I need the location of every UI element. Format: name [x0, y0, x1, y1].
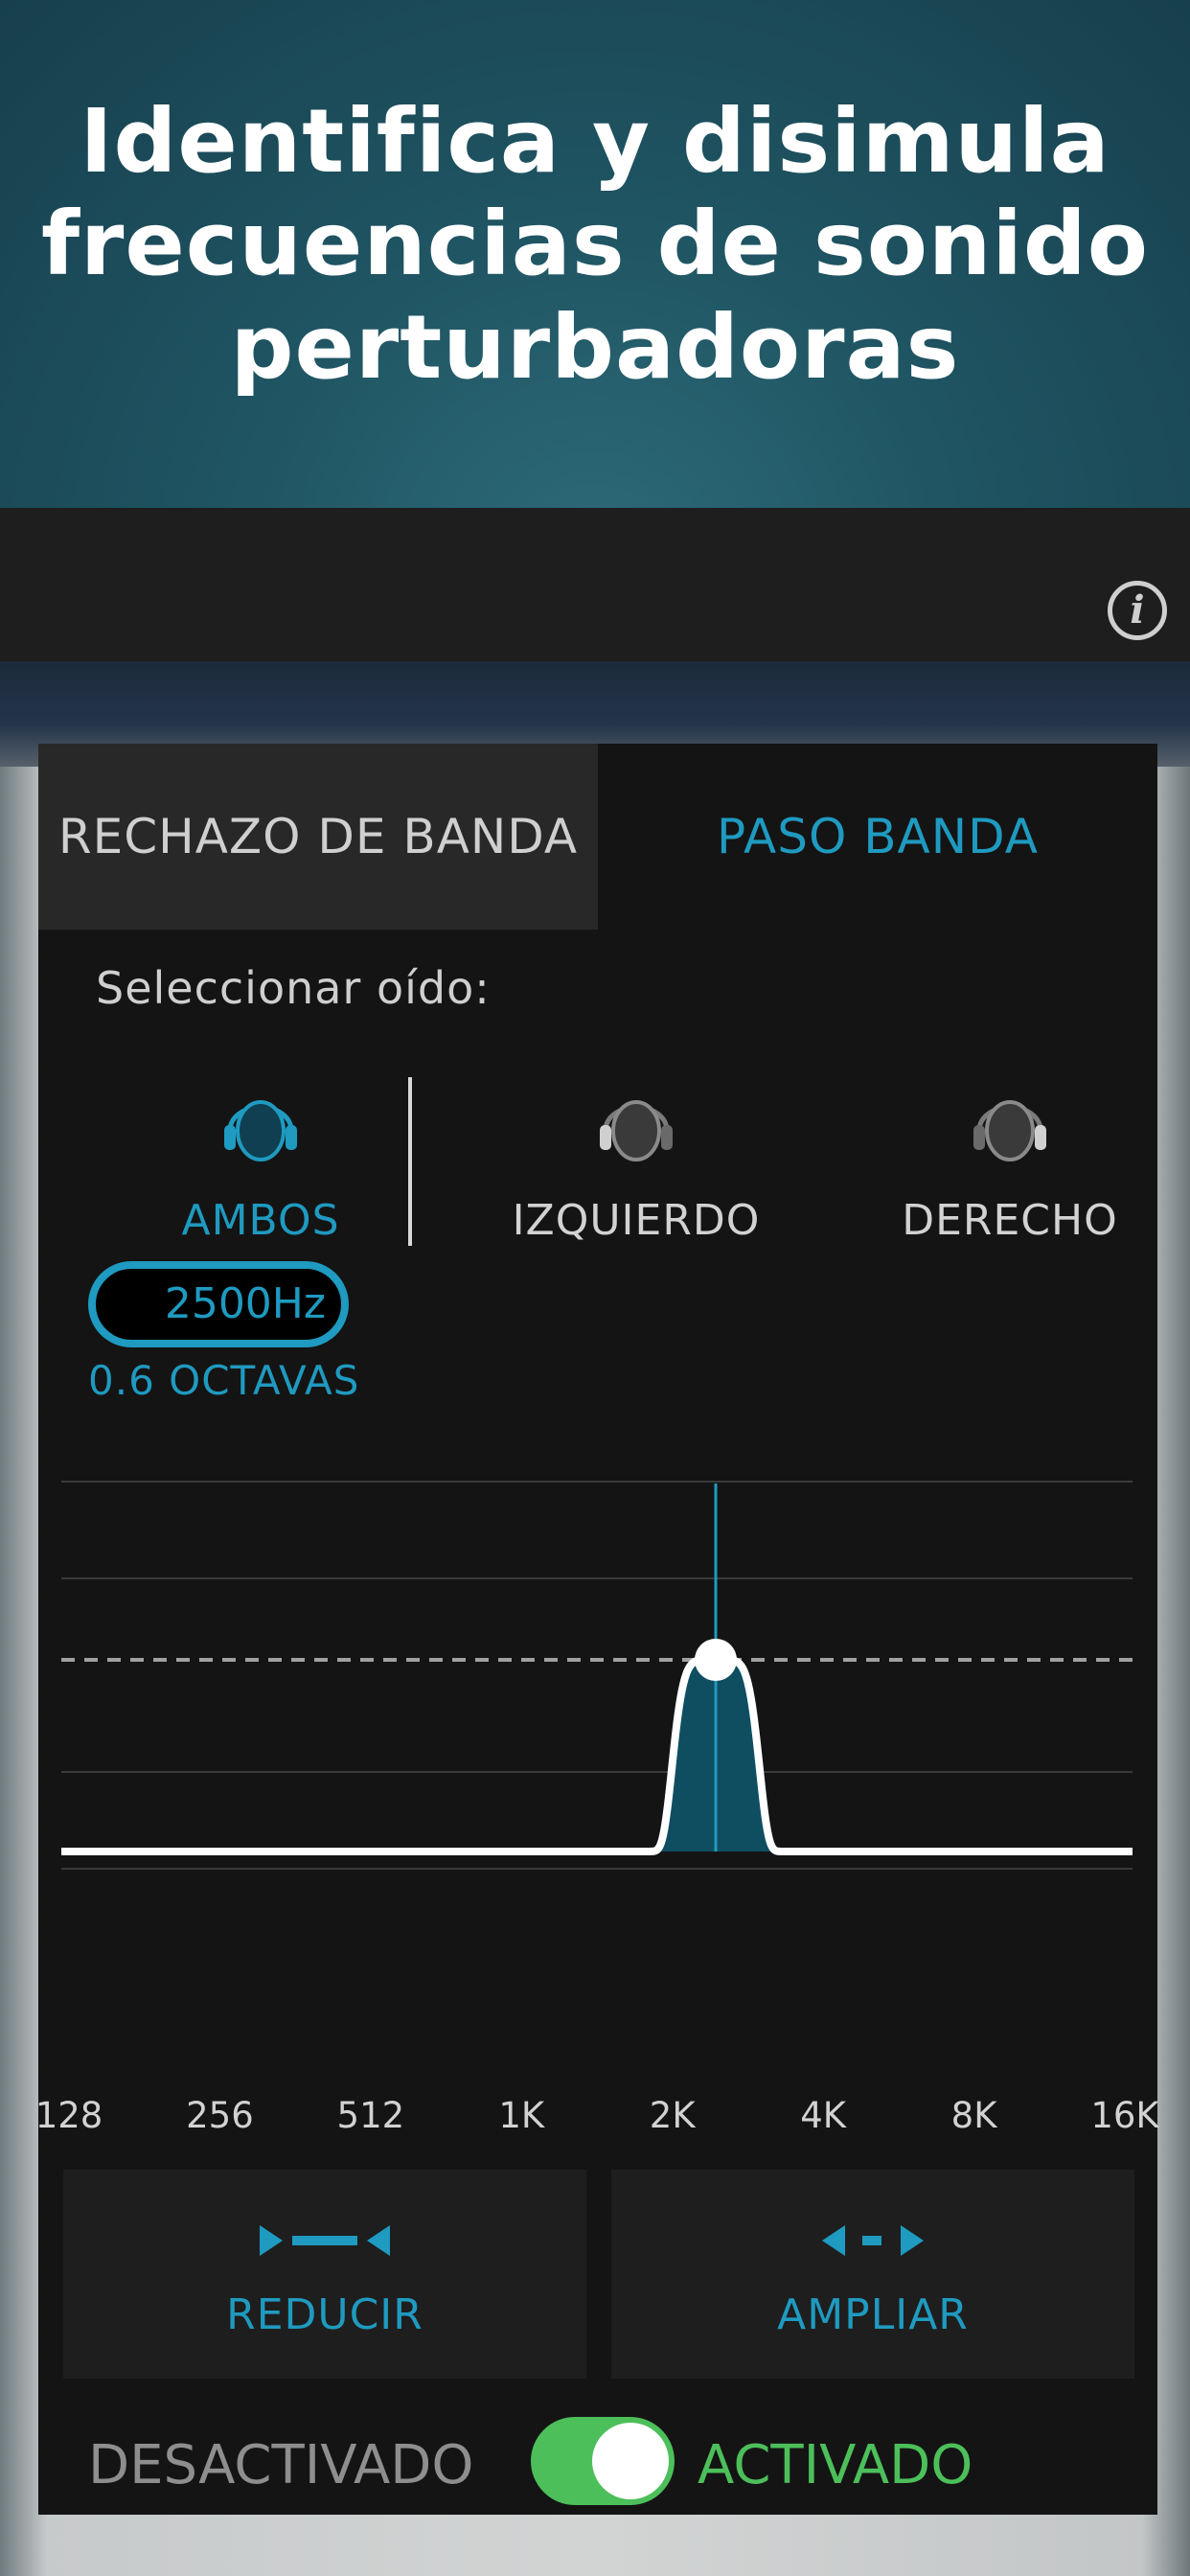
ear-divider [408, 1077, 412, 1246]
frequency-input[interactable]: 2500Hz [88, 1261, 349, 1347]
response-fill [61, 1660, 1133, 1852]
toggle-off-label: DESACTIVADO [88, 2434, 474, 2496]
expand-button-label: AMPLIAR [777, 2290, 969, 2339]
x-tick-label: 4K [800, 2095, 847, 2136]
x-tick-label: 128 [34, 2095, 103, 2136]
headphones-head-icon [224, 1100, 297, 1162]
narrow-arrows-icon [260, 2225, 390, 2256]
expand-button[interactable]: AMPLIAR [611, 2170, 1134, 2379]
response-curve [61, 1656, 1133, 1855]
reduce-button-label: REDUCIR [226, 2290, 423, 2339]
ear-option-left[interactable]: IZQUIERDO [473, 1081, 799, 1245]
filter-response-graph[interactable] [38, 1472, 1157, 1913]
ear-option-both-label: AMBOS [181, 1196, 340, 1245]
x-tick-label: 256 [186, 2095, 254, 2136]
x-tick-label: 8K [950, 2095, 997, 2136]
toggle-knob [592, 2423, 669, 2499]
tab-notch-filter[interactable]: RECHAZO DE BANDA [38, 744, 598, 930]
top-bar [0, 508, 1190, 661]
x-tick-label: 1K [498, 2095, 545, 2136]
bandwidth-readout: 0.6 OCTAVAS [88, 1357, 360, 1404]
x-tick-label: 16K [1090, 2095, 1159, 2136]
filter-toggle-switch[interactable] [531, 2417, 675, 2505]
x-tick-label: 2K [649, 2095, 696, 2136]
headphones-head-left-icon [600, 1100, 673, 1162]
info-icon[interactable]: i [1108, 581, 1167, 640]
ear-option-left-label: IZQUIERDO [512, 1196, 761, 1245]
toggle-on-label: ACTIVADO [698, 2434, 973, 2496]
reduce-button[interactable]: REDUCIR [63, 2170, 586, 2379]
filter-panel: RECHAZO DE BANDA PASO BANDA Seleccionar … [35, 744, 1159, 2515]
ear-option-right[interactable]: DERECHO [847, 1081, 1173, 1245]
headphones-head-right-icon [973, 1100, 1046, 1162]
ear-select-label: Seleccionar oído: [96, 962, 491, 1014]
promo-title: Identifica y disimula frecuencias de son… [41, 89, 1149, 399]
widen-arrows-icon [822, 2225, 924, 2256]
ear-option-right-label: DERECHO [902, 1196, 1118, 1245]
promo-banner: Identifica y disimula frecuencias de son… [0, 0, 1190, 508]
tab-bandpass-filter[interactable]: PASO BANDA [598, 744, 1157, 930]
x-tick-label: 512 [336, 2095, 405, 2136]
ear-option-both[interactable]: AMBOS [98, 1081, 423, 1245]
frequency-drag-handle[interactable] [695, 1639, 738, 1681]
